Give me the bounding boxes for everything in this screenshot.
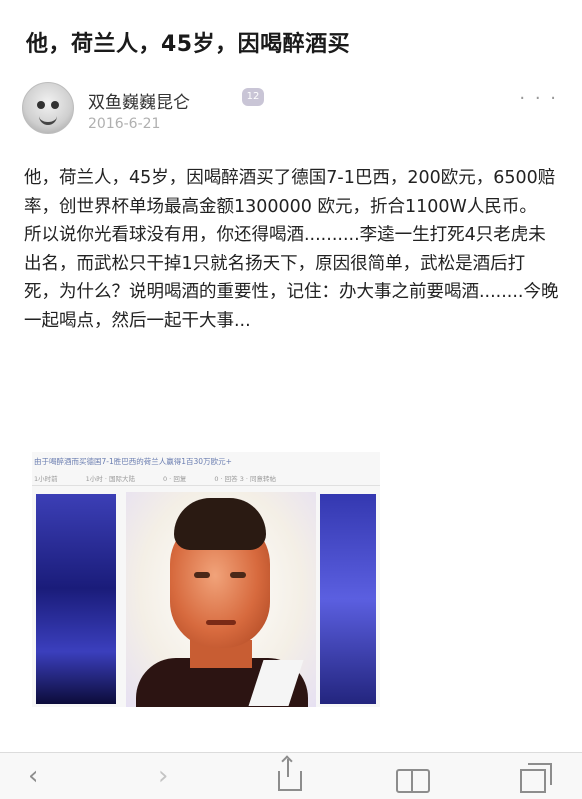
avatar-eye (37, 101, 45, 109)
portrait-hair (174, 498, 266, 550)
embedded-meta: 1小时前 1小时 · 国际大陆 0 · 回复 0 · 回答 3 · 同意转帖 (34, 473, 374, 483)
embedded-meta-item: 0 · 回复 (162, 475, 187, 483)
post-title: 他，荷兰人，45岁，因喝醉酒买 (26, 32, 351, 57)
author-row: 双鱼巍巍昆仑 12 2016-6-21 · · · (22, 82, 562, 138)
more-dots-icon[interactable]: · · · (519, 88, 558, 109)
embedded-caption: 由于喝醉酒而买德国7-1胜巴西的荷兰人赢得1百30万欧元+ (34, 457, 232, 466)
blue-panel-right (320, 494, 376, 704)
avatar[interactable] (22, 82, 74, 134)
avatar-mouth (39, 114, 57, 125)
avatar-eye (51, 101, 59, 109)
portrait-eye (194, 572, 210, 578)
paragraph-2: 所以说你光看球没有用，你还得喝酒..........李逵一生打死4只老虎未出名，… (24, 225, 559, 331)
book-shape (396, 769, 430, 793)
blue-panel-left (36, 494, 116, 704)
embedded-meta-item: 1小时 · 国际大陆 (85, 475, 135, 483)
share-arrow (285, 757, 291, 779)
post-body: 他，荷兰人，45岁，因喝醉酒买了德国7-1巴西，200欧元，6500赔率，创世界… (24, 164, 560, 335)
level-badge: 12 (242, 88, 264, 106)
embedded-meta-item: 0 · 回答 3 · 同意转帖 (214, 475, 277, 483)
browser-toolbar: ‹ › (0, 752, 582, 799)
divider (32, 485, 380, 486)
man-portrait (126, 492, 316, 707)
author-name[interactable]: 双鱼巍巍昆仑 (88, 88, 190, 113)
portrait-mouth (206, 620, 236, 625)
forward-arrow-icon[interactable]: › (158, 763, 168, 789)
back-arrow-icon[interactable]: ‹ (28, 763, 38, 789)
paragraph-1: 他，荷兰人，45岁，因喝醉酒买了德国7-1巴西，200欧元，6500赔率，创世界… (24, 168, 556, 217)
embedded-meta-item: 1小时前 (34, 475, 58, 483)
embedded-image[interactable]: 由于喝醉酒而买德国7-1胜巴西的荷兰人赢得1百30万欧元+ 1小时前 1小时 ·… (32, 452, 380, 707)
tabs-shape (520, 763, 552, 793)
post-date: 2016-6-21 (88, 116, 161, 132)
portrait-eye (230, 572, 246, 578)
